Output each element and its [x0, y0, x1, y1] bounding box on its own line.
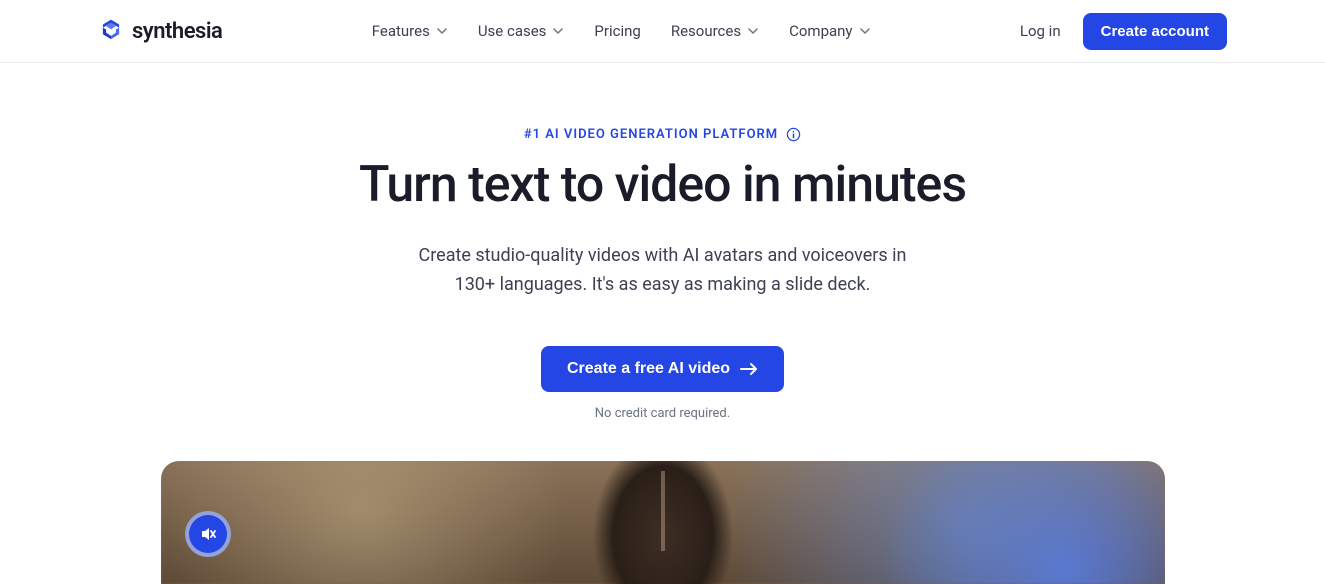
arrow-right-icon [740, 362, 758, 376]
nav-item-label: Use cases [478, 22, 547, 40]
nav-resources[interactable]: Resources [671, 22, 759, 40]
hero-subtext: No credit card required. [0, 406, 1325, 421]
nav-features[interactable]: Features [372, 22, 448, 40]
hero-video[interactable] [161, 461, 1165, 584]
cta-label: Create a free AI video [567, 360, 730, 378]
nav-company[interactable]: Company [789, 22, 870, 40]
chevron-down-icon [552, 25, 564, 37]
nav-pricing[interactable]: Pricing [594, 22, 640, 40]
hero-section: #1 AI VIDEO GENERATION PLATFORM Turn tex… [0, 63, 1325, 584]
main-nav: Features Use cases Pricing Resources Com… [372, 22, 871, 40]
header-actions: Log in Create account [1020, 13, 1227, 50]
platform-badge: #1 AI VIDEO GENERATION PLATFORM [524, 127, 801, 142]
avatar-preview [543, 461, 783, 584]
nav-use-cases[interactable]: Use cases [478, 22, 565, 40]
logo[interactable]: synthesia [98, 18, 222, 44]
chevron-down-icon [436, 25, 448, 37]
create-video-button[interactable]: Create a free AI video [541, 346, 784, 392]
chevron-down-icon [859, 25, 871, 37]
chevron-down-icon [747, 25, 759, 37]
info-icon[interactable] [786, 127, 801, 142]
nav-item-label: Features [372, 22, 430, 40]
create-account-button[interactable]: Create account [1083, 13, 1227, 50]
nav-item-label: Resources [671, 22, 741, 40]
badge-text: #1 AI VIDEO GENERATION PLATFORM [524, 127, 778, 142]
site-header: synthesia Features Use cases Pricing Res… [0, 0, 1325, 63]
nav-item-label: Pricing [594, 22, 640, 40]
login-link[interactable]: Log in [1020, 22, 1061, 40]
logo-text: synthesia [132, 19, 222, 44]
logo-icon [98, 18, 124, 44]
mute-button[interactable] [185, 511, 231, 557]
hero-description: Create studio-quality videos with AI ava… [0, 242, 1325, 300]
volume-muted-icon [199, 525, 217, 543]
nav-item-label: Company [789, 22, 852, 40]
hero-title: Turn text to video in minutes [0, 156, 1325, 214]
